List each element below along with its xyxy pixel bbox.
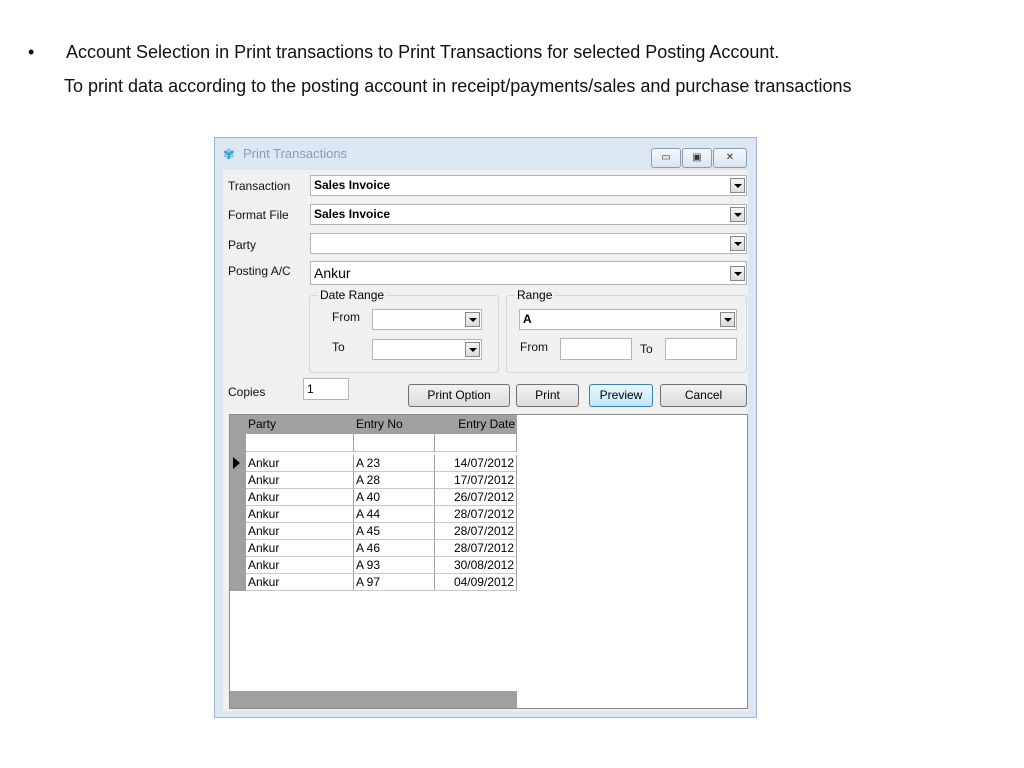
cell-party[interactable]: Ankur xyxy=(246,455,354,472)
date-from-label: From xyxy=(332,310,360,324)
date-to-picker[interactable] xyxy=(372,339,482,360)
format-file-select[interactable]: Sales Invoice xyxy=(310,204,747,225)
cell-party[interactable]: Ankur xyxy=(246,574,354,591)
print-option-button[interactable]: Print Option xyxy=(408,384,510,407)
cell-party[interactable]: Ankur xyxy=(246,472,354,489)
party-label: Party xyxy=(228,238,257,252)
form-client: Transaction Sales Invoice Format File Sa… xyxy=(223,170,748,711)
slide-line-1: Account Selection in Print transactions … xyxy=(66,42,780,62)
chevron-down-icon[interactable] xyxy=(465,342,480,357)
cell-entry-no[interactable]: A 23 xyxy=(354,455,435,472)
cell-party[interactable]: Ankur xyxy=(246,557,354,574)
copies-input[interactable]: 1 xyxy=(303,378,349,400)
range-from-input[interactable] xyxy=(560,338,632,360)
transaction-label: Transaction xyxy=(228,179,291,193)
cell-entry-date[interactable]: 26/07/2012 xyxy=(435,489,517,506)
date-range-title: Date Range xyxy=(318,288,387,302)
cell-entry-date[interactable]: 14/07/2012 xyxy=(435,455,517,472)
posting-ac-value: Ankur xyxy=(314,265,351,281)
range-to-input[interactable] xyxy=(665,338,737,360)
cell-party[interactable]: Ankur xyxy=(246,540,354,557)
cell-party[interactable]: Ankur xyxy=(246,523,354,540)
date-from-picker[interactable] xyxy=(372,309,482,330)
filter-entry-date[interactable] xyxy=(435,434,517,452)
cell-party[interactable]: Ankur xyxy=(246,489,354,506)
row-header-column xyxy=(230,415,246,591)
chevron-down-icon[interactable] xyxy=(730,236,745,251)
column-header-party[interactable]: Party xyxy=(246,415,354,434)
grid-horizontal-scrollbar[interactable] xyxy=(230,691,517,708)
range-from-label: From xyxy=(520,340,548,354)
cell-entry-no[interactable]: A 93 xyxy=(354,557,435,574)
filter-party[interactable] xyxy=(246,434,354,452)
filter-entry-no[interactable] xyxy=(354,434,435,452)
chevron-down-icon[interactable] xyxy=(730,178,745,193)
cell-entry-no[interactable]: A 46 xyxy=(354,540,435,557)
transaction-select[interactable]: Sales Invoice xyxy=(310,175,747,196)
posting-ac-select[interactable]: Ankur xyxy=(310,261,747,285)
maximize-button[interactable]: ▣ xyxy=(682,148,712,168)
chevron-down-icon[interactable] xyxy=(730,266,745,281)
cell-entry-date[interactable]: 28/07/2012 xyxy=(435,523,517,540)
close-button[interactable]: ✕ xyxy=(713,148,747,168)
chevron-down-icon[interactable] xyxy=(465,312,480,327)
range-to-label: To xyxy=(640,342,653,356)
cancel-button[interactable]: Cancel xyxy=(660,384,747,407)
column-header-entry-no[interactable]: Entry No xyxy=(354,415,435,434)
format-file-label: Format File xyxy=(228,208,289,222)
posting-ac-label: Posting A/C xyxy=(228,264,291,278)
cell-entry-no[interactable]: A 44 xyxy=(354,506,435,523)
cell-entry-no[interactable]: A 28 xyxy=(354,472,435,489)
column-header-entry-date[interactable]: Entry Date xyxy=(435,415,517,434)
cell-entry-date[interactable]: 30/08/2012 xyxy=(435,557,517,574)
date-to-label: To xyxy=(332,340,345,354)
range-value: A xyxy=(523,312,532,326)
bullet-icon: • xyxy=(28,42,35,62)
party-select[interactable] xyxy=(310,233,747,254)
range-group: Range A From To xyxy=(506,288,747,373)
range-select[interactable]: A xyxy=(519,309,737,330)
cell-entry-no[interactable]: A 40 xyxy=(354,489,435,506)
format-file-value: Sales Invoice xyxy=(314,207,391,221)
print-button[interactable]: Print xyxy=(516,384,579,407)
cell-entry-no[interactable]: A 45 xyxy=(354,523,435,540)
cell-entry-date[interactable]: 04/09/2012 xyxy=(435,574,517,591)
chevron-down-icon[interactable] xyxy=(720,312,735,327)
transactions-grid[interactable]: Party Entry No Entry Date Ankur A 23 14/07… xyxy=(229,414,748,709)
slide-line-2: To print data according to the posting a… xyxy=(64,76,852,96)
cell-entry-no[interactable]: A 97 xyxy=(354,574,435,591)
date-range-group: Date Range From To xyxy=(309,288,499,373)
cell-entry-date[interactable]: 28/07/2012 xyxy=(435,540,517,557)
current-row-arrow-icon xyxy=(233,457,240,469)
copies-label: Copies xyxy=(228,385,266,399)
range-title: Range xyxy=(515,288,555,302)
cell-party[interactable]: Ankur xyxy=(246,506,354,523)
window-title: Print Transactions xyxy=(243,146,348,161)
preview-button[interactable]: Preview xyxy=(589,384,653,407)
cell-entry-date[interactable]: 28/07/2012 xyxy=(435,506,517,523)
minimize-button[interactable]: ▭ xyxy=(651,148,681,168)
app-icon: ✾ xyxy=(223,146,235,162)
chevron-down-icon[interactable] xyxy=(730,207,745,222)
print-transactions-window: ✾ Print Transactions ▭ ▣ ✕ Transaction S… xyxy=(214,137,757,718)
transaction-value: Sales Invoice xyxy=(314,178,391,192)
cell-entry-date[interactable]: 17/07/2012 xyxy=(435,472,517,489)
